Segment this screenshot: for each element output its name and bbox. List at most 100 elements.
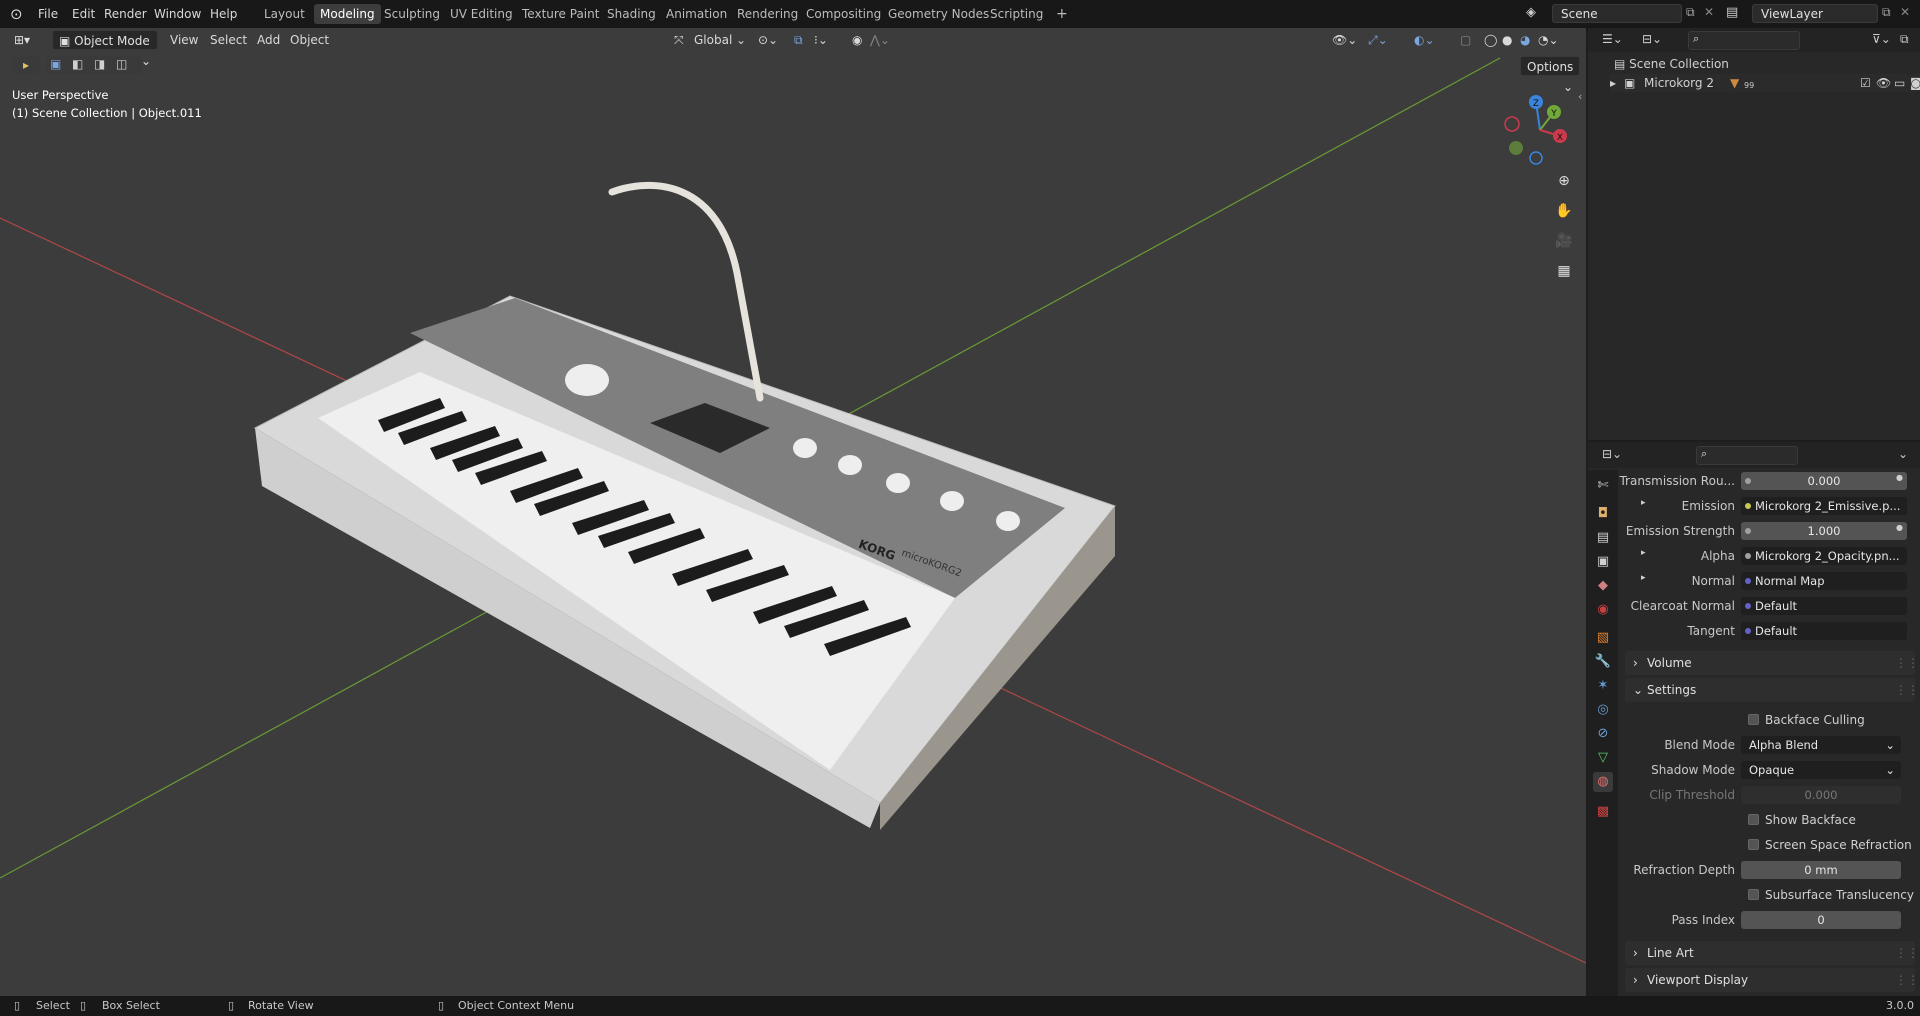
view-layer-icon[interactable]: ▤	[1726, 5, 1738, 20]
tab-uv-editing[interactable]: UV Editing	[444, 4, 519, 24]
blend-mode-dropdown[interactable]: Alpha Blend ⌄	[1741, 736, 1901, 754]
display-mode-icon[interactable]: ⊟⌄	[1642, 32, 1662, 46]
particles-tab-icon[interactable]: ✶	[1593, 676, 1613, 696]
eye-icon[interactable]: 👁	[1876, 74, 1891, 92]
tab-modeling[interactable]: Modeling	[314, 4, 381, 24]
close-view-layer-icon[interactable]: ✕	[1900, 5, 1910, 19]
output-tab-icon[interactable]: ▤	[1593, 528, 1613, 548]
select-tool-icon[interactable]: ▸	[12, 56, 40, 74]
tangent-field[interactable]: Default	[1741, 622, 1907, 640]
shadow-mode-dropdown[interactable]: Opaque ⌄	[1741, 761, 1901, 779]
new-scene-icon[interactable]: ⧉	[1686, 5, 1695, 20]
outliner-root[interactable]: ▤ Scene Collection	[1614, 55, 1729, 73]
transmission-roughness-field[interactable]: 0.000	[1741, 472, 1907, 490]
refraction-depth-field[interactable]: 0 mm	[1741, 861, 1901, 879]
camera-view-icon[interactable]: 🎥	[1551, 228, 1577, 254]
view-layer-tab-icon[interactable]: ▣	[1593, 552, 1613, 572]
snap-icon[interactable]: ⧉	[794, 30, 803, 50]
keyframe-dot-icon[interactable]: ●	[1896, 473, 1903, 482]
pivot-point-icon[interactable]: ⊙⌄	[758, 30, 778, 50]
blender-logo-icon[interactable]: ⊙	[10, 0, 23, 28]
tab-texture-paint[interactable]: Texture Paint	[516, 4, 605, 24]
alpha-link-field[interactable]: Microkorg 2_Opacity.pn...	[1741, 547, 1907, 565]
xray-icon[interactable]: ▢	[1460, 30, 1471, 50]
tool-tab-icon[interactable]: ✄	[1593, 476, 1613, 496]
world-tab-icon[interactable]: ◉	[1593, 600, 1613, 620]
viewport-menu-object[interactable]: Object	[290, 30, 329, 50]
mode-dropdown[interactable]: ▣ Object Mode ⌄	[52, 30, 158, 68]
chevron-down-icon[interactable]: ⌄	[736, 30, 746, 50]
data-tab-icon[interactable]: ▽	[1593, 748, 1613, 768]
properties-search-input[interactable]: ⌕	[1696, 446, 1798, 465]
pass-index-field[interactable]: 0	[1741, 911, 1901, 929]
viewport-menu-select[interactable]: Select	[210, 30, 247, 50]
options-dropdown[interactable]: Options ⌄	[1520, 56, 1580, 94]
outliner-search-input[interactable]: ⌕	[1688, 31, 1800, 50]
select-new-icon[interactable]: ▣	[50, 57, 61, 71]
viewport-menu-view[interactable]: View	[170, 30, 198, 50]
outliner-editor-icon[interactable]: ☰⌄	[1602, 32, 1623, 46]
line-art-panel-header[interactable]: › Line Art ⋮⋮	[1625, 941, 1919, 965]
pan-hand-icon[interactable]: ✋	[1551, 198, 1577, 224]
menu-window[interactable]: Window	[154, 0, 201, 28]
keyframe-dot-icon[interactable]: ●	[1896, 523, 1903, 532]
emission-strength-field[interactable]: 1.000	[1741, 522, 1907, 540]
falloff-icon[interactable]: ⋀⌄	[870, 30, 890, 50]
viewport-menu-add[interactable]: Add	[257, 30, 280, 50]
transform-orientation-dropdown[interactable]: Global	[694, 30, 732, 50]
drag-handle-icon[interactable]: ⋮⋮	[1895, 678, 1919, 702]
editor-type-icon[interactable]: ⊞▾	[14, 30, 30, 50]
material-icon[interactable]: ▼	[1730, 74, 1739, 92]
grid-ortho-icon[interactable]: ▦	[1551, 258, 1577, 284]
transform-orientation-icon[interactable]: ⤧	[674, 30, 684, 50]
screen-space-refraction-checkbox[interactable]	[1748, 839, 1759, 850]
navigation-gizmo[interactable]: Z Y X	[1500, 90, 1580, 170]
scene-icon[interactable]: ◈	[1526, 5, 1536, 20]
drag-handle-icon[interactable]: ⋮⋮	[1895, 968, 1919, 992]
chevron-down-icon[interactable]: ⌄	[1898, 447, 1908, 461]
settings-panel-header[interactable]: ⌄ Settings ⋮⋮	[1625, 678, 1919, 702]
tab-compositing[interactable]: Compositing	[800, 4, 887, 24]
constraint-tab-icon[interactable]: ⊘	[1593, 724, 1613, 744]
monitor-icon[interactable]: ▭	[1894, 74, 1905, 92]
menu-file[interactable]: File	[38, 0, 58, 28]
normal-link-field[interactable]: Normal Map	[1741, 572, 1907, 590]
tab-sculpting[interactable]: Sculpting	[378, 4, 446, 24]
snap-target-icon[interactable]: ⁝⌄	[814, 30, 828, 50]
backface-culling-checkbox[interactable]	[1748, 714, 1759, 725]
tab-layout[interactable]: Layout	[258, 4, 311, 24]
camera-icon[interactable]: ◙	[1910, 74, 1920, 92]
scene-tab-icon[interactable]: ◆	[1593, 576, 1613, 596]
properties-editor-icon[interactable]: ⊟⌄	[1602, 447, 1622, 461]
select-subtract-icon[interactable]: ◨	[94, 57, 105, 71]
new-view-layer-icon[interactable]: ⧉	[1882, 5, 1891, 20]
drag-handle-icon[interactable]: ⋮⋮	[1895, 651, 1919, 675]
tab-geometry-nodes[interactable]: Geometry Nodes	[882, 4, 995, 24]
subsurface-translucency-checkbox[interactable]	[1748, 889, 1759, 900]
expand-arrow-icon[interactable]: ▸	[1641, 573, 1646, 583]
menu-edit[interactable]: Edit	[72, 0, 95, 28]
tab-scripting[interactable]: Scripting	[984, 4, 1049, 24]
clearcoat-normal-field[interactable]: Default	[1741, 597, 1907, 615]
render-tab-icon[interactable]: ◘	[1593, 504, 1613, 524]
tab-rendering[interactable]: Rendering	[731, 4, 804, 24]
3d-viewport[interactable]: User Perspective (1) Scene Collection | …	[0, 28, 1586, 996]
drag-handle-icon[interactable]: ⋮⋮	[1895, 941, 1919, 965]
proportional-edit-icon[interactable]: ◉	[852, 30, 862, 50]
visibility-icon[interactable]: 👁⌄	[1332, 30, 1357, 50]
outliner-item-microkorg[interactable]: ▸ ▣ Microkorg 2 ▼ 99 ☑ 👁 ▭ ◙	[1610, 74, 1920, 92]
checkbox-icon[interactable]: ☑	[1860, 74, 1871, 92]
gizmo-toggle-icon[interactable]: ⤢⌄	[1368, 30, 1388, 50]
new-collection-icon[interactable]: ⧉	[1900, 32, 1909, 47]
zoom-icon[interactable]: ⊕	[1551, 168, 1577, 194]
overlays-icon[interactable]: ◐⌄	[1414, 30, 1435, 50]
close-scene-icon[interactable]: ✕	[1704, 5, 1714, 19]
volume-panel-header[interactable]: › Volume ⋮⋮	[1625, 651, 1919, 675]
shading-rendered-icon[interactable]: ◔⌄	[1538, 30, 1559, 50]
filter-icon[interactable]: ⊽⌄	[1872, 32, 1891, 46]
shading-solid-icon[interactable]: ●	[1502, 30, 1512, 50]
sidebar-toggle-icon[interactable]: ‹	[1578, 90, 1582, 103]
object-tab-icon[interactable]: ▧	[1593, 628, 1613, 648]
expand-arrow-icon[interactable]: ▸	[1641, 498, 1646, 508]
show-backface-checkbox[interactable]	[1748, 814, 1759, 825]
